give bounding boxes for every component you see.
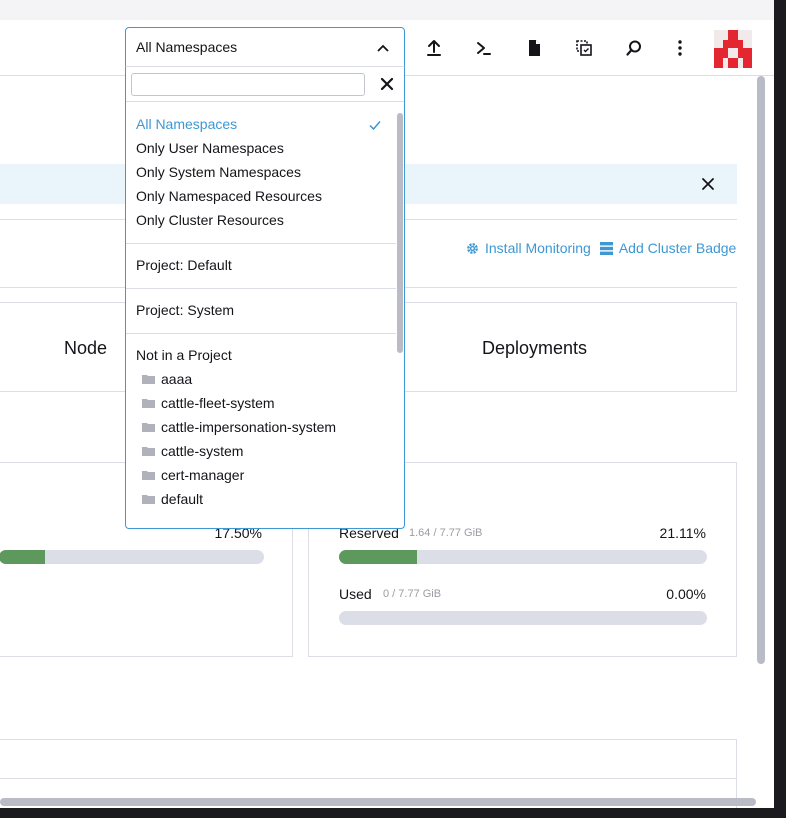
- add-cluster-badge-label: Add Cluster Badge: [618, 240, 737, 256]
- app-window: All Namespaces All Namespaces Only User …: [0, 0, 774, 808]
- close-icon[interactable]: [700, 176, 716, 192]
- namespace-name: cattle-system: [161, 443, 244, 459]
- divider: [126, 333, 396, 334]
- ns-option-cluster-resources[interactable]: Only Cluster Resources: [136, 212, 284, 228]
- folder-icon: [142, 447, 155, 456]
- ns-option-namespace[interactable]: aaaa: [142, 371, 192, 387]
- page-scroll-thumb[interactable]: [757, 76, 765, 664]
- memory-used-bar: [339, 611, 707, 625]
- ns-option-system-namespaces[interactable]: Only System Namespaces: [136, 164, 301, 180]
- search-icon[interactable]: [622, 36, 646, 60]
- folder-icon: [142, 471, 155, 480]
- terminal-icon[interactable]: [472, 36, 496, 60]
- top-strip: [0, 0, 774, 20]
- file-icon[interactable]: [522, 36, 546, 60]
- more-vertical-icon[interactable]: [668, 36, 692, 60]
- dashboard-actions: Install Monitoring Add Cluster Badge: [466, 239, 736, 257]
- ns-option-all-namespaces[interactable]: All Namespaces: [136, 116, 237, 132]
- namespace-option-list: All Namespaces Only User Namespaces Only…: [126, 103, 396, 528]
- ns-option-project-default[interactable]: Project: Default: [136, 257, 232, 273]
- ns-option-namespace[interactable]: cattle-impersonation-system: [142, 419, 336, 435]
- ns-option-namespace[interactable]: cattle-fleet-system: [142, 395, 275, 411]
- memory-reserved-bar: [339, 550, 707, 564]
- folder-icon: [142, 399, 155, 408]
- ns-option-not-in-project[interactable]: Not in a Project: [136, 347, 232, 363]
- badge-icon: [599, 241, 613, 255]
- dropdown-scroll-thumb[interactable]: [397, 113, 403, 353]
- namespace-name: cattle-impersonation-system: [161, 419, 337, 435]
- ns-option-namespace[interactable]: cattle-system: [142, 443, 243, 459]
- user-avatar[interactable]: [714, 30, 752, 68]
- namespace-name: default: [161, 491, 204, 507]
- page-horizontal-scrollbar[interactable]: [0, 798, 756, 806]
- folder-icon: [142, 495, 155, 504]
- folder-icon: [142, 423, 155, 432]
- check-icon: [369, 121, 381, 131]
- ns-option-user-namespaces[interactable]: Only User Namespaces: [136, 140, 284, 156]
- page-vertical-scrollbar[interactable]: [756, 76, 766, 806]
- memory-used-percent: 0.00%: [666, 586, 706, 602]
- divider: [126, 243, 396, 244]
- ns-option-project-system[interactable]: Project: System: [136, 302, 234, 318]
- namespace-name: cert-manager: [161, 467, 245, 483]
- ns-option-namespace[interactable]: default: [142, 491, 203, 507]
- install-monitoring-link[interactable]: Install Monitoring: [466, 240, 591, 256]
- memory-reserved-bar-fill: [339, 550, 417, 564]
- folder-icon: [142, 375, 155, 384]
- gear-icon: [467, 242, 478, 254]
- namespace-filter-select[interactable]: All Namespaces: [125, 27, 405, 67]
- chevron-up-icon: [377, 44, 389, 52]
- window-edge: [774, 0, 786, 818]
- ns-option-namespaced-resources[interactable]: Only Namespaced Resources: [136, 188, 322, 204]
- divider: [126, 288, 396, 289]
- memory-reserved-detail: 1.64 / 7.77 GiB: [409, 527, 483, 539]
- cpu-reserved-bar: [0, 550, 264, 564]
- ns-option-namespace[interactable]: cert-manager: [142, 467, 244, 483]
- memory-used-detail: 0 / 7.77 GiB: [383, 588, 442, 600]
- copy-kubeconfig-icon[interactable]: [572, 36, 596, 60]
- table-header-divider: [0, 778, 736, 779]
- namespace-name: aaaa: [161, 371, 193, 387]
- cpu-reserved-bar-fill: [0, 550, 46, 564]
- namespace-filter-value: All Namespaces: [136, 39, 238, 55]
- close-icon[interactable]: [378, 75, 396, 93]
- install-monitoring-label: Install Monitoring: [485, 240, 591, 256]
- deployments-card-title: Deployments: [482, 338, 588, 358]
- namespace-name: cattle-fleet-system: [161, 395, 275, 411]
- node-card-title: Node: [64, 338, 108, 358]
- memory-used-label: Used: [339, 586, 372, 602]
- namespace-search-input[interactable]: [131, 73, 365, 96]
- memory-reserved-percent: 21.11%: [659, 525, 706, 541]
- add-cluster-badge-link[interactable]: Add Cluster Badge: [599, 240, 737, 256]
- dropdown-scrollbar[interactable]: [396, 103, 404, 528]
- upload-icon[interactable]: [422, 36, 446, 60]
- window-edge: [0, 808, 786, 818]
- namespace-dropdown: All Namespaces Only User Namespaces Only…: [125, 66, 405, 529]
- namespace-search-bar: [126, 67, 404, 102]
